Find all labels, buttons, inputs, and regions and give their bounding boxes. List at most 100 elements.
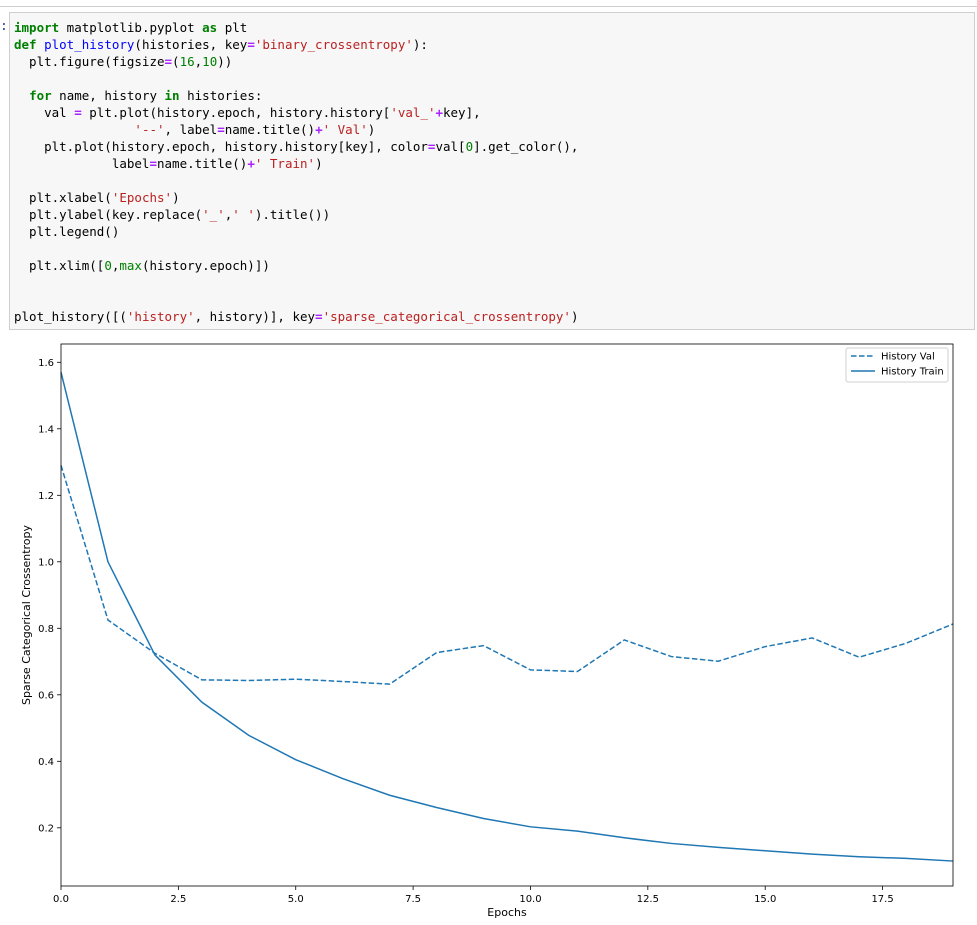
code-token: import (14, 20, 60, 35)
code-line: plot_history([('history', history)], key… (14, 308, 578, 325)
code-token: plot_history (44, 37, 135, 52)
code-token: matplotlib.pyplot (59, 20, 203, 35)
legend-entry-label: History Train (881, 367, 944, 378)
y-tick-label: 1.6 (38, 358, 54, 369)
code-token: 'val_' (390, 105, 436, 120)
legend: History Val History Train (845, 347, 949, 383)
code-token: = (149, 156, 157, 171)
top-rule (0, 6, 977, 7)
code-line: import matplotlib.pyplot as plt (14, 19, 578, 36)
code-token: ( (172, 54, 180, 69)
code-line: '--', label=name.title()+' Val') (14, 121, 578, 138)
code-token: '_' (202, 207, 225, 222)
x-tick-label: 2.5 (170, 894, 186, 905)
x-tick-label: 12.5 (637, 894, 659, 905)
code-token: max (119, 258, 142, 273)
code-token: ) (172, 190, 180, 205)
code-token: ' ' (232, 207, 255, 222)
code-token: as (202, 20, 218, 35)
code-token: + (315, 122, 323, 137)
x-tick-label: 7.5 (405, 894, 421, 905)
code-line: val = plt.plot(history.epoch, history.hi… (14, 104, 578, 121)
code-token: ) (315, 156, 323, 171)
code-token: ' Train' (254, 156, 316, 171)
code-token: 10 (202, 54, 218, 69)
code-line: for name, history in histories: (14, 87, 578, 104)
code-line: plt.xlim([0,max(history.epoch)]) (14, 257, 578, 274)
axes-frame (60, 343, 954, 887)
code-token: plt.figure(figsize (14, 54, 165, 69)
code-token: + (247, 156, 255, 171)
code-token: name.title() (224, 122, 316, 137)
code-token: 'sparse_categorical_crossentropy' (322, 309, 571, 324)
y-axis-label: Sparse Categorical Crossentropy (20, 524, 33, 705)
code-editor[interactable]: import matplotlib.pyplot as plt def plot_… (14, 19, 578, 325)
legend-entry-label: History Val (881, 352, 935, 363)
code-token: for (29, 88, 52, 103)
code-token: )) (217, 54, 233, 69)
y-tick-label: 1.2 (38, 491, 54, 502)
code-token: name, history (51, 88, 165, 103)
code-token: plot_history([( (14, 309, 127, 324)
code-token: ): (412, 37, 428, 52)
code-token: ) (367, 122, 376, 137)
code-token: in (164, 88, 180, 103)
code-token: name.title() (157, 156, 248, 171)
code-token: 16 (179, 54, 195, 69)
y-tick-label: 0.6 (38, 690, 54, 701)
code-token: = (315, 309, 323, 324)
x-tick-label: 17.5 (871, 894, 893, 905)
loss-chart: 0.0 2.5 5.0 7.5 10.0 12.5 15.0 17.5 0.2 0.4 0.6 0.8… (20, 343, 954, 919)
code-line: plt.ylabel(key.replace('_',' ').title()) (14, 206, 578, 223)
series-line-history-val (60, 465, 954, 685)
code-token: 0 (465, 139, 474, 154)
code-token: def (14, 37, 37, 52)
series-line-history-train (60, 372, 954, 862)
code-token: val (14, 105, 75, 120)
code-token: = (164, 54, 173, 69)
code-token: '--' (134, 122, 165, 137)
code-token: plt.ylabel(key.replace( (14, 207, 203, 222)
code-token: 0 (104, 258, 112, 273)
x-axis-label: Epochs (487, 906, 527, 919)
code-token: 'history' (126, 309, 195, 324)
y-tick-label: 0.8 (38, 624, 54, 635)
output-area: 0.0 2.5 5.0 7.5 10.0 12.5 15.0 17.5 0.2 0.4 0.6 0.8… (0, 338, 977, 921)
code-token: 'Epochs' (111, 190, 173, 205)
x-tick-label: 10.0 (519, 894, 541, 905)
code-cell[interactable]: import matplotlib.pyplot as plt def plot_… (9, 12, 975, 330)
code-token: ).title()) (254, 207, 331, 222)
code-token: plt.xlabel( (14, 190, 112, 205)
code-token: ' Val' (322, 122, 368, 137)
y-tick-label: 0.2 (38, 823, 54, 834)
code-token: = (247, 37, 255, 52)
code-line: plt.plot(history.epoch, history.history[… (14, 138, 578, 155)
code-token: = (217, 122, 225, 137)
code-line: plt.xlabel('Epochs') (14, 189, 578, 206)
code-token: val[ (435, 139, 466, 154)
code-token: = (74, 105, 82, 120)
code-token: label (14, 156, 150, 171)
y-tick-label: 1.4 (38, 424, 54, 435)
code-token: , history)], key (194, 309, 316, 324)
cell-prompt: : (0, 19, 8, 34)
y-tick-label: 1.0 (38, 557, 54, 568)
code-line: plt.figure(figsize=(16,10)) (14, 53, 578, 70)
code-line: plt.legend() (14, 223, 578, 240)
x-tick-label: 5.0 (288, 894, 304, 905)
code-token: ) (570, 309, 579, 324)
code-token: plt.xlim([ (14, 258, 105, 273)
code-token: histories: (179, 88, 263, 103)
code-token: key], (443, 105, 481, 120)
code-token: plt.plot(history.epoch, history.history[ (81, 105, 391, 120)
code-token: (histories, key (134, 37, 248, 52)
code-line: label=name.title()+' Train') (14, 155, 578, 172)
